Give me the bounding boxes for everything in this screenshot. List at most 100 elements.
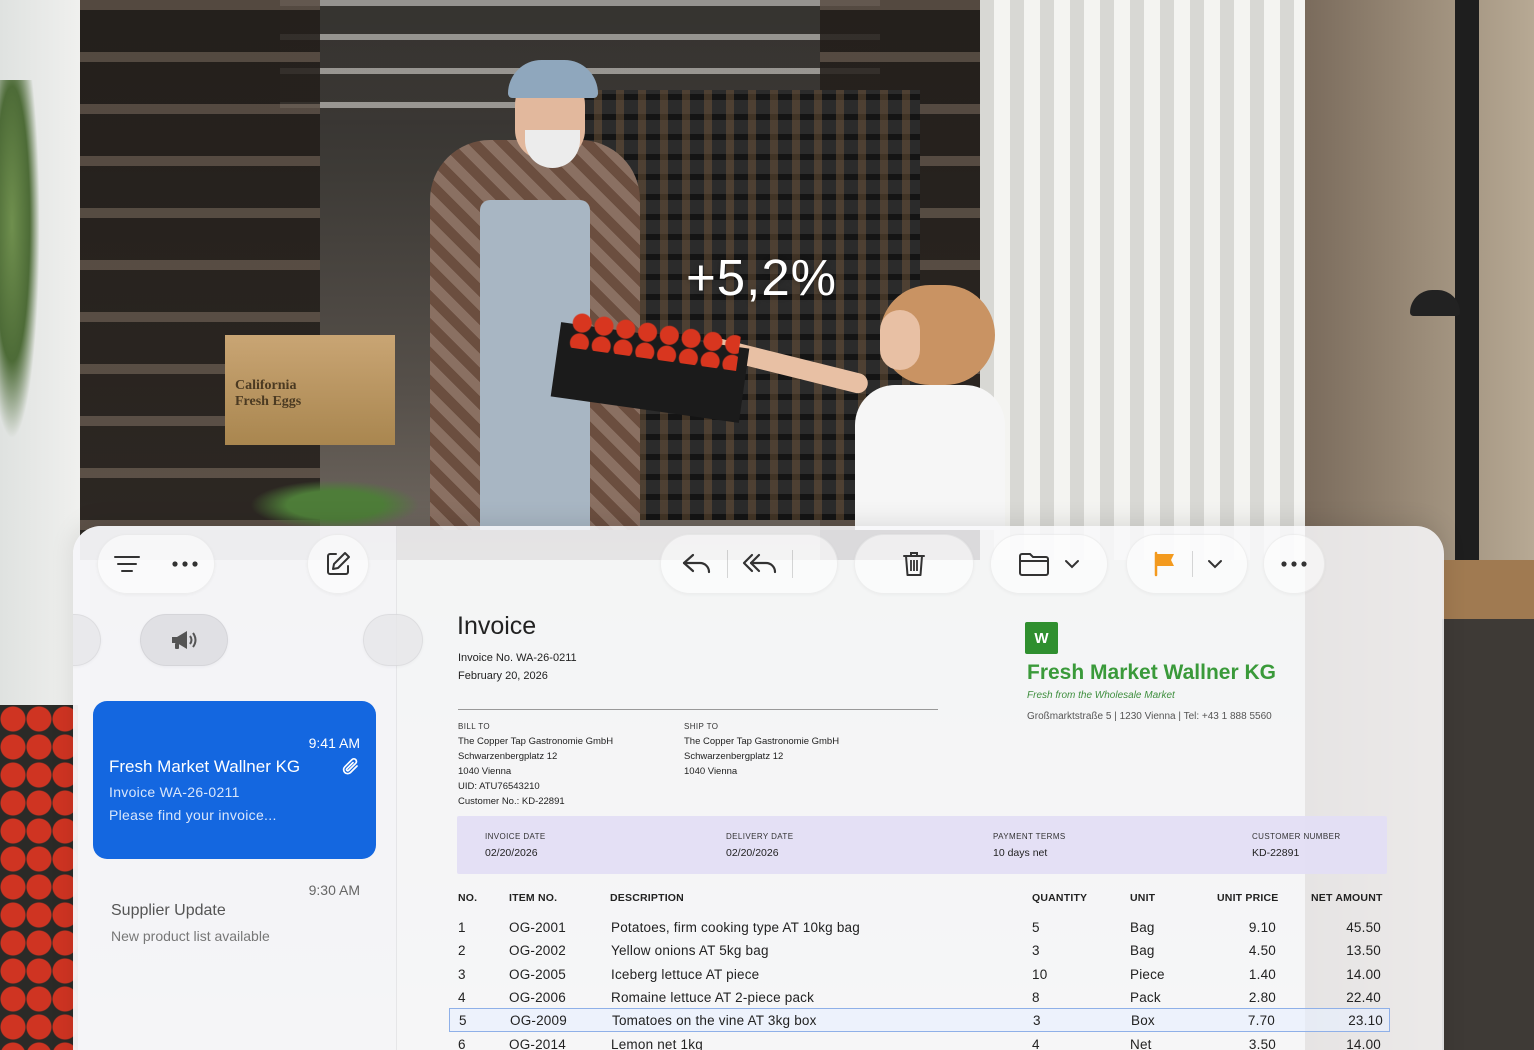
cell-unit: Box <box>1131 1013 1155 1028</box>
cell-no: 4 <box>458 990 466 1005</box>
divider <box>1191 551 1193 577</box>
col-no: NO. <box>458 892 478 904</box>
col-unit-price: UNIT PRICE <box>1217 892 1279 904</box>
message-sender: Fresh Market Wallner KG <box>109 757 301 776</box>
cell-no: 5 <box>459 1013 467 1028</box>
cell-item: OG-2006 <box>509 990 566 1005</box>
cell-no: 2 <box>458 943 466 958</box>
cell-price: 9.10 <box>1248 920 1276 935</box>
ellipsis-icon[interactable] <box>171 560 199 568</box>
egg-box-label: California Fresh Eggs <box>235 378 302 409</box>
tomato-baskets <box>0 705 78 1050</box>
cell-desc: Tomatoes on the vine AT 3kg box <box>612 1013 817 1028</box>
cell-unit: Bag <box>1130 943 1155 958</box>
delete-button[interactable] <box>854 534 974 594</box>
message-sender: Supplier Update <box>111 902 226 919</box>
table-row[interactable]: 1 OG-2001 Potatoes, firm cooking type AT 1… <box>457 916 1392 940</box>
compose-button[interactable] <box>307 534 369 594</box>
chevron-down-icon[interactable] <box>1207 559 1223 569</box>
table-row[interactable]: 3 OG-2005 Iceberg lettuce AT piece 10 Piece 1… <box>457 963 1392 987</box>
bill-to-block: BILL TO The Copper Tap Gastronomie GmbH … <box>458 722 614 807</box>
trash-icon <box>901 550 927 578</box>
cell-net: 23.10 <box>1348 1013 1383 1028</box>
cell-net: 45.50 <box>1346 920 1381 935</box>
megaphone-icon <box>169 628 199 652</box>
cell-no: 6 <box>458 1037 466 1050</box>
vendor-name: Fresh Market Wallner KG <box>1027 661 1276 684</box>
cell-qty: 5 <box>1032 920 1040 935</box>
invoice-meta-bar: INVOICE DATE 02/20/2026 DELIVERY DATE 02/2… <box>457 816 1387 874</box>
ship-to-block: SHIP TO The Copper Tap Gastronomie GmbH … <box>684 722 840 777</box>
announcements-filter-button[interactable] <box>140 614 228 666</box>
cell-item: OG-2005 <box>509 967 566 982</box>
cell-desc: Lemon net 1kg <box>611 1037 703 1050</box>
message-item-selected[interactable]: 9:41 AM Fresh Market Wallner KG Invoice … <box>93 701 376 859</box>
message-time: 9:41 AM <box>308 735 360 751</box>
cell-unit: Piece <box>1130 967 1165 982</box>
meta-invoice-date: INVOICE DATE 02/20/2026 <box>485 832 546 859</box>
move-to-folder-button[interactable] <box>990 534 1108 594</box>
col-quantity: QUANTITY <box>1032 892 1088 904</box>
menu-lines-icon[interactable] <box>113 554 141 574</box>
table-row[interactable]: 6 OG-2014 Lemon net 1kg 4 Net 3.50 14.00 <box>457 1033 1392 1050</box>
folder-icon <box>1018 551 1050 577</box>
cell-desc: Yellow onions AT 5kg bag <box>611 943 769 958</box>
cell-unit: Pack <box>1130 990 1161 1005</box>
truck-slats-left <box>80 0 320 560</box>
cell-item: OG-2009 <box>510 1013 567 1028</box>
message-subject: Invoice WA-26-0211 <box>109 784 240 800</box>
invoice-number: Invoice No. WA-26-0211 <box>458 652 577 664</box>
cell-qty: 10 <box>1032 967 1048 982</box>
cell-net: 14.00 <box>1346 967 1381 982</box>
invoice-date: February 20, 2026 <box>458 670 548 682</box>
chevron-down-icon[interactable] <box>1064 559 1080 569</box>
filter-pill-right[interactable] <box>363 614 423 666</box>
table-row[interactable]: 4 OG-2006 Romaine lettuce AT 2-piece pack 8… <box>457 986 1392 1010</box>
cell-unit: Net <box>1130 1037 1152 1050</box>
flag-button[interactable] <box>1126 534 1248 594</box>
mail-window: 9:41 AM Fresh Market Wallner KG Invoice … <box>73 526 1444 1050</box>
cell-item: OG-2001 <box>509 920 566 935</box>
vendor-logo: W <box>1025 622 1058 654</box>
table-row[interactable]: 2 OG-2002 Yellow onions AT 5kg bag 3 Bag 4.50… <box>457 939 1392 963</box>
divider <box>458 709 938 710</box>
cell-qty: 8 <box>1032 990 1040 1005</box>
cell-price: 1.40 <box>1248 967 1276 982</box>
cell-qty: 3 <box>1032 943 1040 958</box>
percent-overlay: +5,2% <box>686 249 838 306</box>
message-preview: New product list available <box>111 928 270 944</box>
paperclip-icon <box>342 757 360 782</box>
reply-icon[interactable] <box>681 551 713 577</box>
cell-price: 7.70 <box>1247 1013 1275 1028</box>
cell-net: 14.00 <box>1346 1037 1381 1050</box>
message-list-sidebar: 9:41 AM Fresh Market Wallner KG Invoice … <box>73 526 423 1050</box>
reply-all-icon[interactable] <box>742 551 778 577</box>
divider <box>792 550 793 578</box>
cell-qty: 3 <box>1033 1013 1041 1028</box>
cell-net: 22.40 <box>1346 990 1381 1005</box>
cell-no: 1 <box>458 920 466 935</box>
cell-item: OG-2002 <box>509 943 566 958</box>
cell-price: 4.50 <box>1248 943 1276 958</box>
more-actions-button[interactable] <box>1263 534 1325 594</box>
cell-desc: Romaine lettuce AT 2-piece pack <box>611 990 815 1005</box>
col-description: DESCRIPTION <box>610 892 684 904</box>
reply-group <box>660 534 838 594</box>
trees <box>0 80 40 440</box>
truck-door <box>980 0 1310 560</box>
message-time: 9:30 AM <box>308 882 360 898</box>
filter-pill-left[interactable] <box>73 614 101 666</box>
meta-customer-number: CUSTOMER NUMBER KD-22891 <box>1252 832 1341 859</box>
meta-delivery-date: DELIVERY DATE 02/20/2026 <box>726 832 794 859</box>
message-item[interactable]: 9:30 AM Supplier Update New product list… <box>93 876 376 966</box>
compose-icon <box>324 550 352 578</box>
leafy-greens <box>250 480 420 530</box>
cell-no: 3 <box>458 967 466 982</box>
cell-qty: 4 <box>1032 1037 1040 1050</box>
meta-payment-terms: PAYMENT TERMS 10 days net <box>993 832 1066 859</box>
customer-figure <box>700 285 1010 530</box>
table-row[interactable]: 5 OG-2009 Tomatoes on the vine AT 3kg box 3… <box>449 1008 1390 1032</box>
col-unit: UNIT <box>1130 892 1156 904</box>
vendor-tagline: Fresh from the Wholesale Market <box>1027 690 1175 701</box>
flag-icon <box>1152 551 1178 577</box>
